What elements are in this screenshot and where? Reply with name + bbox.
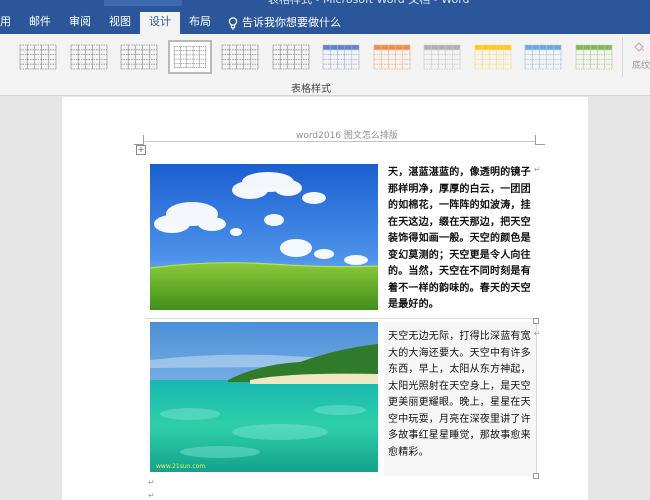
paragraph-mark: ↵ xyxy=(534,329,541,338)
table-style-preview-icon xyxy=(272,44,309,70)
row2-text[interactable]: 天空无边无际，打得比深蓝有宽大的大海还要大。天空中有许多东西，早上，太阳从东方神… xyxy=(388,329,534,461)
table-style-plain-grid-3[interactable] xyxy=(117,40,161,74)
ribbon-tab-bar: 用 邮件 审阅 视图 设计 布局 告诉我你想要做什么 xyxy=(0,12,341,34)
table-style-preview-icon xyxy=(423,44,461,70)
table-styles-group-label: 表格样式 xyxy=(291,84,331,95)
table-move-handle-icon[interactable]: + xyxy=(136,145,146,155)
document-page: word2016 图文怎么排版 + 天，湛蓝湛蓝的，像透明的镜子那样明净，厚厚的… xyxy=(62,97,588,500)
table-styles-gallery xyxy=(0,37,622,77)
table-style-preview-icon xyxy=(575,44,612,70)
table-style-preview-icon xyxy=(524,44,562,70)
table-style-preview-icon xyxy=(221,44,259,70)
table-style-grid-table-gray[interactable] xyxy=(420,40,464,74)
margin-corner-right xyxy=(535,135,545,145)
row1-text[interactable]: 天，湛蓝湛蓝的，像透明的镜子那样明净，厚厚的白云，一团团的如棉花，一阵阵的如波涛… xyxy=(388,165,534,314)
table-style-grid-table-orange[interactable] xyxy=(370,40,414,74)
document-canvas: word2016 图文怎么排版 + 天，湛蓝湛蓝的，像透明的镜子那样明净，厚厚的… xyxy=(0,97,650,500)
table-style-preview-icon xyxy=(173,46,206,68)
table-style-grid-table-dark[interactable] xyxy=(269,40,313,74)
margin-corner-left xyxy=(134,135,144,145)
table-style-preview-icon xyxy=(70,44,107,70)
table-tools-context-tab xyxy=(104,0,182,6)
title-bar: 表格样式 - Microsoft Word 文档 - Word 用 邮件 审阅 … xyxy=(0,0,650,34)
table-style-preview-icon xyxy=(19,44,57,70)
tab-references[interactable]: 用 xyxy=(0,12,20,34)
tab-view[interactable]: 视图 xyxy=(100,12,140,34)
page-header-text: word2016 图文怎么排版 xyxy=(296,131,398,141)
tab-mailings[interactable]: 邮件 xyxy=(20,12,60,34)
paint-bucket-icon[interactable] xyxy=(632,40,646,54)
table-style-plain-grid-2[interactable] xyxy=(67,40,111,74)
row-separator xyxy=(145,318,535,319)
paragraph-mark: ↵ xyxy=(534,165,541,174)
table-style-preview-icon xyxy=(474,44,511,70)
table-style-preview-icon xyxy=(322,44,360,70)
table-style-preview-icon xyxy=(120,44,158,70)
table-style-grid-table-blue[interactable] xyxy=(319,40,363,74)
table-style-plain-grid-4[interactable] xyxy=(167,40,212,74)
table-style-preview-icon xyxy=(373,44,410,70)
sky-clouds-photo[interactable] xyxy=(150,164,378,310)
table-style-grid-table-gold[interactable] xyxy=(471,40,515,74)
ribbon-design-panel: 底纹 表格样式 xyxy=(0,34,650,96)
tell-me-search[interactable]: 告诉我你想要做什么 xyxy=(220,12,341,34)
table-style-grid-table-green[interactable] xyxy=(572,40,616,74)
photo-watermark: www.21sun.com xyxy=(156,463,205,470)
tab-review[interactable]: 审阅 xyxy=(60,12,100,34)
window-title: 表格样式 - Microsoft Word 文档 - Word xyxy=(268,0,470,8)
shading-label: 底纹 xyxy=(632,61,650,71)
tropical-sea-photo[interactable]: www.21sun.com xyxy=(150,322,378,472)
table-resize-handle[interactable] xyxy=(533,318,539,324)
table-resize-handle[interactable] xyxy=(533,473,539,479)
table-style-plain-grid-1[interactable] xyxy=(16,40,60,74)
paragraph-mark: ↵ xyxy=(148,491,155,500)
lightbulb-icon xyxy=(228,16,238,30)
paragraph-mark: ↵ xyxy=(148,478,155,487)
table-style-plain-grid-5[interactable] xyxy=(218,40,262,74)
header-separator xyxy=(145,141,535,142)
gallery-scroll-bar[interactable] xyxy=(622,37,628,77)
tab-layout[interactable]: 布局 xyxy=(180,12,220,34)
cell-border-right xyxy=(536,322,537,476)
table-style-grid-table-accent[interactable] xyxy=(521,40,565,74)
tell-me-placeholder: 告诉我你想要做什么 xyxy=(242,16,341,29)
tab-design[interactable]: 设计 xyxy=(140,12,180,34)
